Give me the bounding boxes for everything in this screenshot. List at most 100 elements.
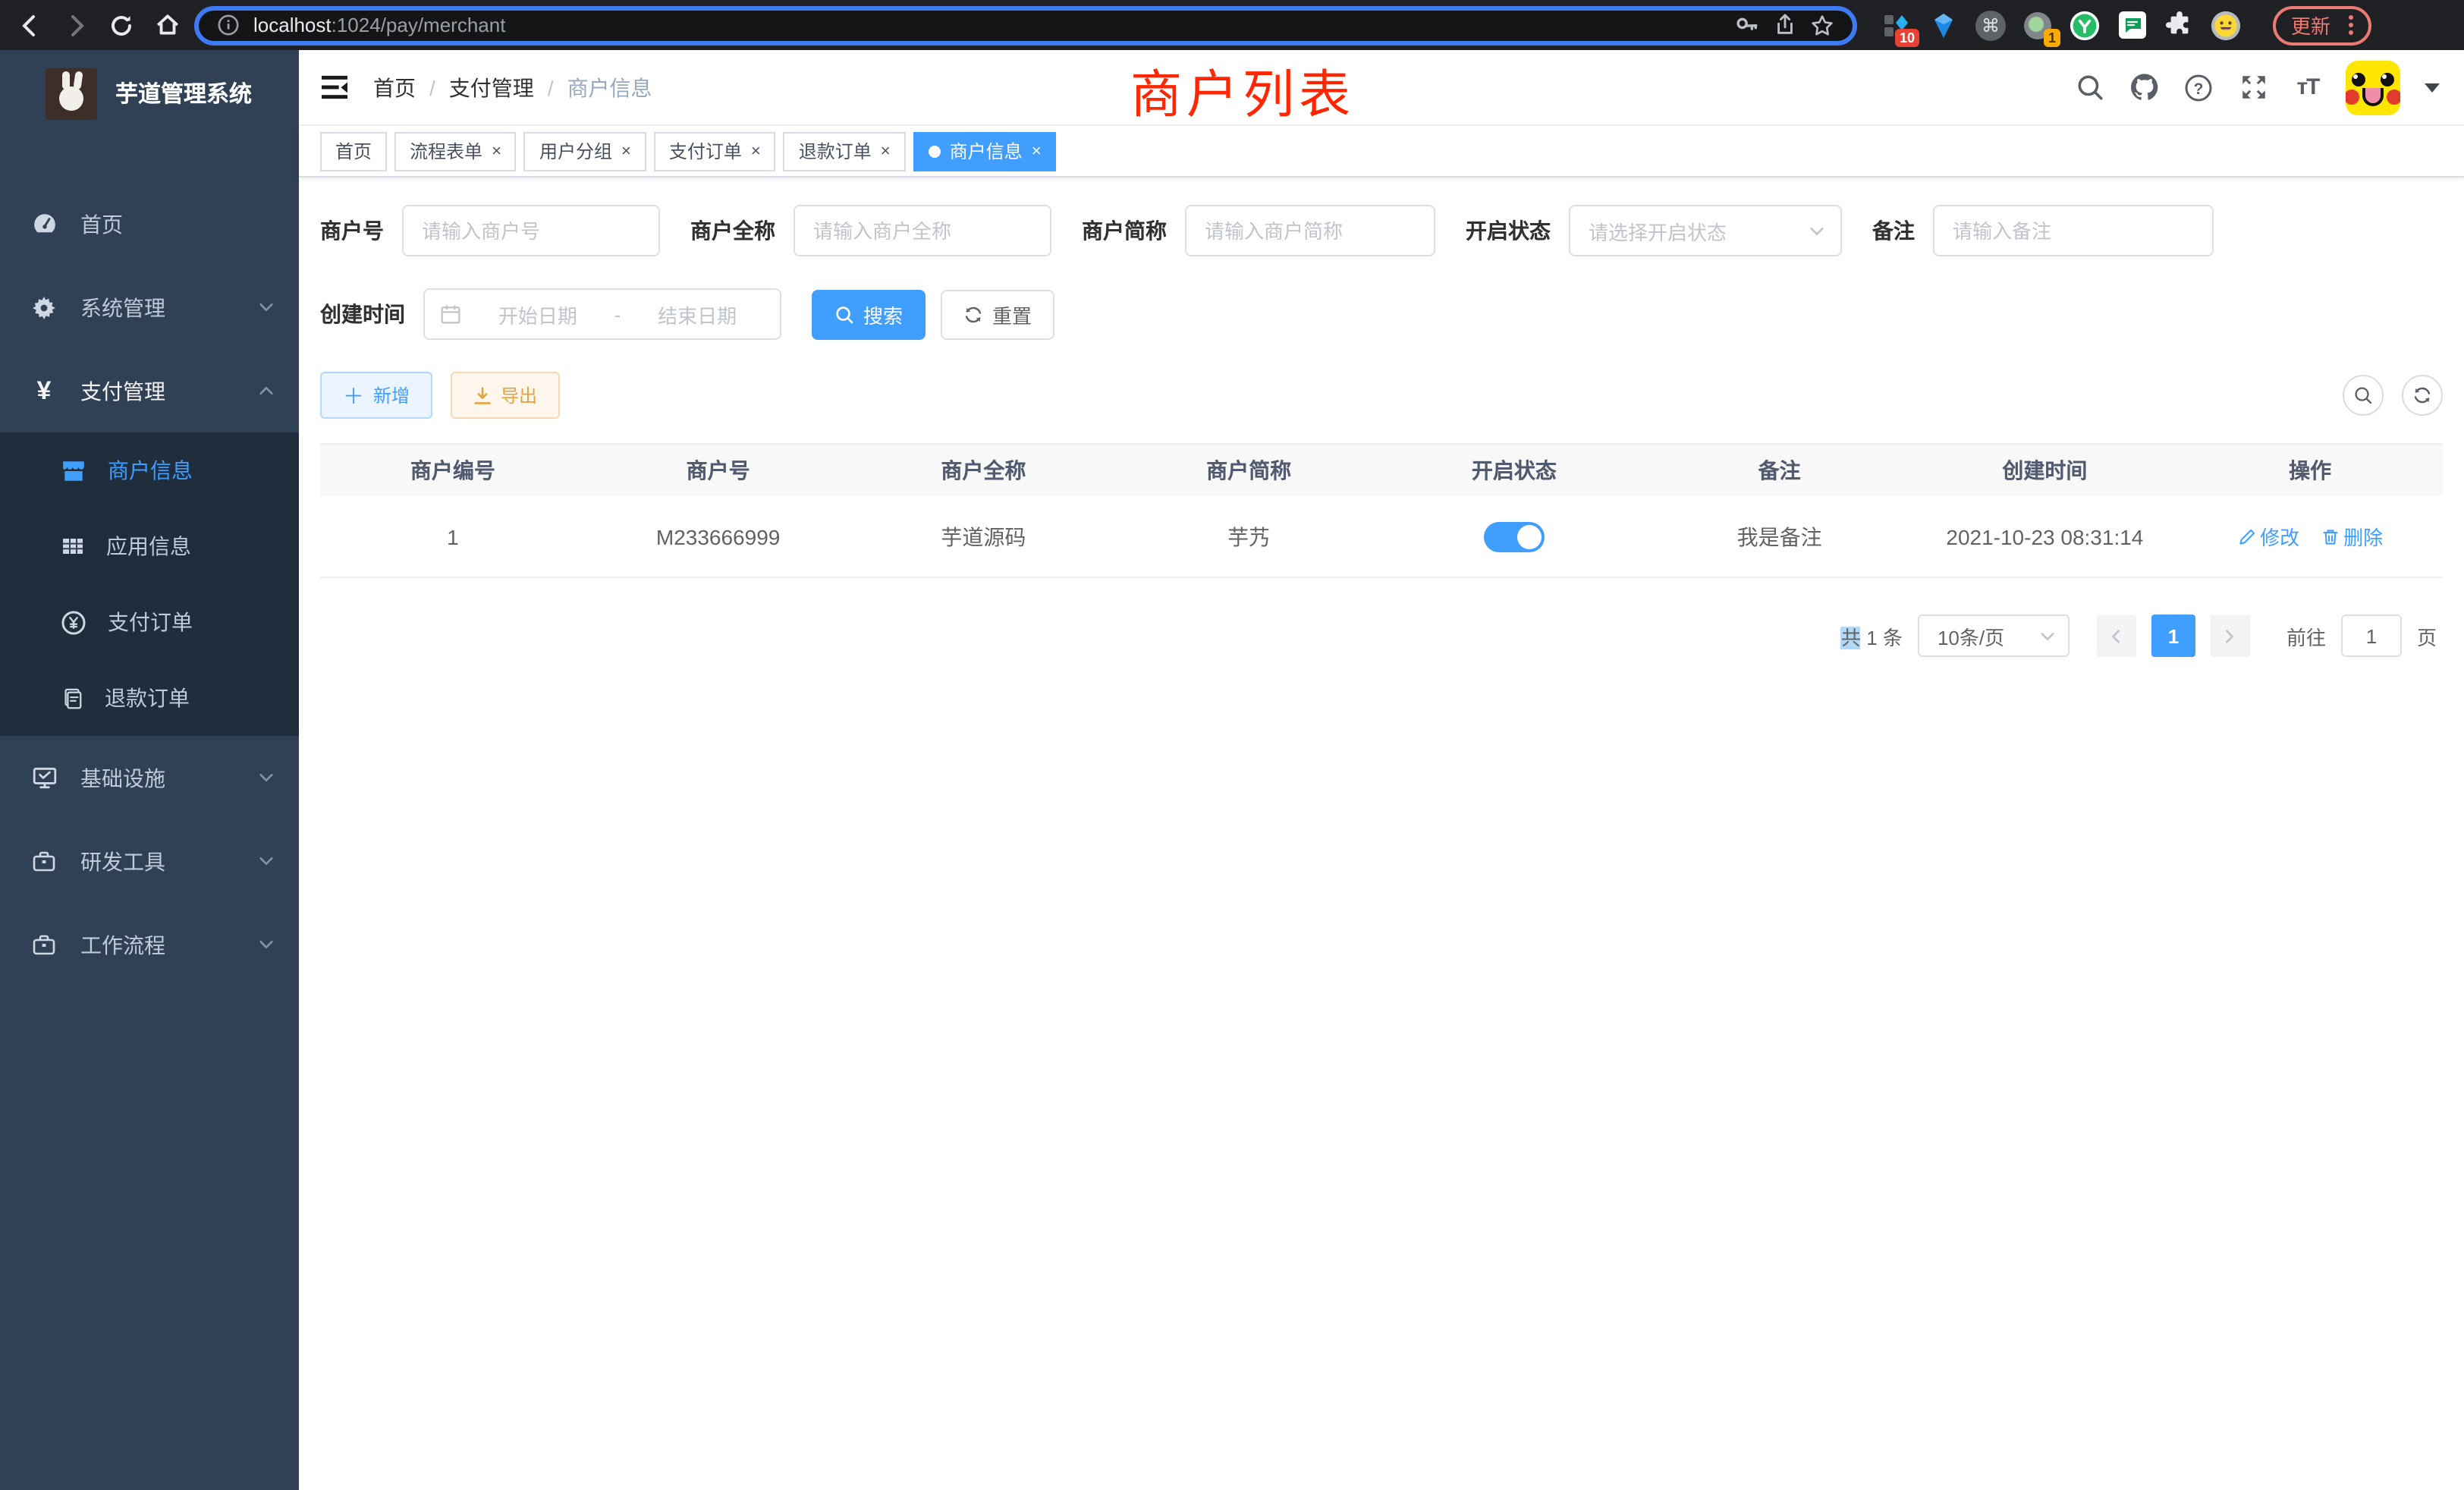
status-toggle[interactable] (1484, 521, 1545, 552)
payment-submenu: 商户信息 应用信息 支付订单 (0, 432, 299, 736)
breadcrumb-payment[interactable]: 支付管理 (449, 72, 534, 102)
workflow-icon (30, 932, 58, 957)
cell-merchant-no: M233666999 (586, 496, 851, 577)
date-start-placeholder[interactable]: 开始日期 (470, 300, 605, 328)
close-icon[interactable]: × (621, 142, 631, 160)
tab-pay-order[interactable]: 支付订单 × (654, 131, 776, 171)
sidebar-item-label: 系统管理 (80, 292, 165, 322)
export-button[interactable]: 导出 (451, 372, 560, 419)
sidebar-item-refund-order[interactable]: 退款订单 (0, 660, 299, 736)
extension-y-icon[interactable] (2070, 10, 2100, 40)
page-number-1[interactable]: 1 (2151, 615, 2195, 657)
fullscreen-icon[interactable] (2236, 71, 2270, 104)
sidebar: 芋道管理系统 首页 系统管理 (0, 50, 299, 1490)
sidebar-logo[interactable]: 芋道管理系统 (0, 50, 299, 137)
search-icon[interactable] (2073, 71, 2106, 104)
hide-search-icon[interactable] (2343, 375, 2384, 416)
user-avatar[interactable] (2346, 60, 2400, 115)
sidebar-item-system[interactable]: 系统管理 (0, 266, 299, 349)
share-icon[interactable] (1774, 14, 1796, 36)
status-select[interactable]: 请选择开启状态 (1569, 205, 1842, 256)
font-size-icon[interactable]: тT (2291, 71, 2324, 104)
sidebar-item-payment[interactable]: ¥ 支付管理 (0, 349, 299, 432)
address-bar[interactable]: localhost:1024/pay/merchant (194, 5, 1857, 45)
breadcrumb: 首页 / 支付管理 / 商户信息 (373, 72, 652, 102)
edit-link[interactable]: 修改 (2237, 522, 2299, 551)
bookmark-star-icon[interactable] (1810, 13, 1834, 37)
sidebar-item-home[interactable]: 首页 (0, 182, 299, 266)
github-icon[interactable] (2127, 71, 2161, 104)
cell-status (1381, 496, 1647, 577)
next-page-button[interactable] (2211, 615, 2250, 657)
tab-process-form[interactable]: 流程表单 × (394, 131, 517, 171)
site-info-icon[interactable] (217, 14, 240, 36)
tab-merchant-info[interactable]: 商户信息 × (913, 131, 1057, 171)
app-window: 芋道管理系统 首页 系统管理 (0, 50, 2464, 1490)
merchant-no-input[interactable] (402, 205, 660, 256)
sidebar-item-dev-tools[interactable]: 研发工具 (0, 819, 299, 903)
search-button[interactable]: 搜索 (812, 289, 926, 339)
tab-refund-order[interactable]: 退款订单 × (784, 131, 906, 171)
browser-home-icon[interactable] (149, 7, 185, 43)
full-name-input[interactable] (794, 205, 1051, 256)
breadcrumb-home[interactable]: 首页 (373, 72, 416, 102)
sidebar-collapse-icon[interactable] (320, 74, 349, 100)
extension-colorful-icon[interactable]: 10 (1881, 10, 1912, 40)
help-icon[interactable]: ? (2182, 71, 2215, 104)
remark-input[interactable] (1933, 205, 2214, 256)
extension-gem-icon[interactable] (1928, 10, 1959, 40)
cell-merchant-id: 1 (320, 496, 586, 577)
edit-pencil-icon (2237, 527, 2255, 545)
goto-page-input[interactable] (2341, 615, 2402, 657)
sidebar-item-pay-order[interactable]: 支付订单 (0, 584, 299, 660)
avatar-dropdown-caret-icon[interactable] (2425, 83, 2440, 92)
filter-row-2: 创建时间 开始日期 - 结束日期 搜索 重置 (320, 288, 2443, 340)
extension-command-icon[interactable]: ⌘ (1975, 10, 2006, 40)
browser-menu-icon[interactable] (2349, 15, 2353, 35)
profile-avatar-emoji[interactable] (2211, 10, 2241, 40)
date-end-placeholder[interactable]: 结束日期 (630, 300, 765, 328)
browser-forward-icon[interactable] (58, 7, 94, 43)
sidebar-item-workflow[interactable]: 工作流程 (0, 903, 299, 986)
document-icon (61, 687, 83, 709)
extension-badge: 1 (2044, 28, 2060, 46)
filter-full-name: 商户全称 (690, 205, 1051, 256)
add-button[interactable]: ＋ 新增 (320, 372, 432, 419)
field-label: 开启状态 (1466, 215, 1551, 246)
close-icon[interactable]: × (881, 142, 891, 160)
trash-icon (2321, 527, 2339, 545)
url-text[interactable]: localhost:1024/pay/merchant (253, 14, 1721, 36)
delete-link[interactable]: 删除 (2321, 522, 2383, 551)
extension-chat-icon[interactable] (2117, 10, 2147, 40)
tab-home[interactable]: 首页 (320, 131, 387, 171)
page-unit-label: 页 (2417, 621, 2437, 650)
browser-update-button[interactable]: 更新 (2273, 5, 2371, 45)
sidebar-item-infrastructure[interactable]: 基础设施 (0, 736, 299, 819)
monitor-check-icon (30, 765, 58, 791)
extensions-strip: 10 ⌘ 1 更新 (1881, 5, 2371, 45)
refresh-table-icon[interactable] (2402, 375, 2443, 416)
close-icon[interactable]: × (492, 142, 501, 160)
short-name-input[interactable] (1185, 205, 1435, 256)
extension-profile-icon[interactable]: 1 (2022, 10, 2053, 40)
reset-button[interactable]: 重置 (941, 289, 1054, 339)
extensions-puzzle-icon[interactable] (2164, 10, 2194, 40)
filter-create-time: 创建时间 开始日期 - 结束日期 (320, 288, 781, 340)
prev-page-button[interactable] (2097, 615, 2136, 657)
browser-reload-icon[interactable] (103, 7, 140, 43)
logo-rabbit-image (46, 68, 97, 119)
refresh-icon (963, 304, 983, 324)
date-range-picker[interactable]: 开始日期 - 结束日期 (423, 288, 781, 340)
browser-back-icon[interactable] (12, 7, 49, 43)
page-size-select[interactable]: 10条/页 (1918, 615, 2070, 657)
sidebar-item-merchant-info[interactable]: 商户信息 (0, 432, 299, 508)
sidebar-item-app-info[interactable]: 应用信息 (0, 508, 299, 584)
filter-row-1: 商户号 商户全称 商户简称 开启状态 请选择开启状态 (320, 205, 2443, 256)
sidebar-item-label: 商户信息 (108, 455, 193, 486)
download-icon (473, 386, 492, 404)
tab-user-group[interactable]: 用户分组 × (524, 131, 646, 171)
close-icon[interactable]: × (751, 142, 761, 160)
close-icon[interactable]: × (1032, 142, 1042, 160)
password-key-icon[interactable] (1734, 12, 1760, 38)
column-header: 操作 (2177, 445, 2443, 496)
